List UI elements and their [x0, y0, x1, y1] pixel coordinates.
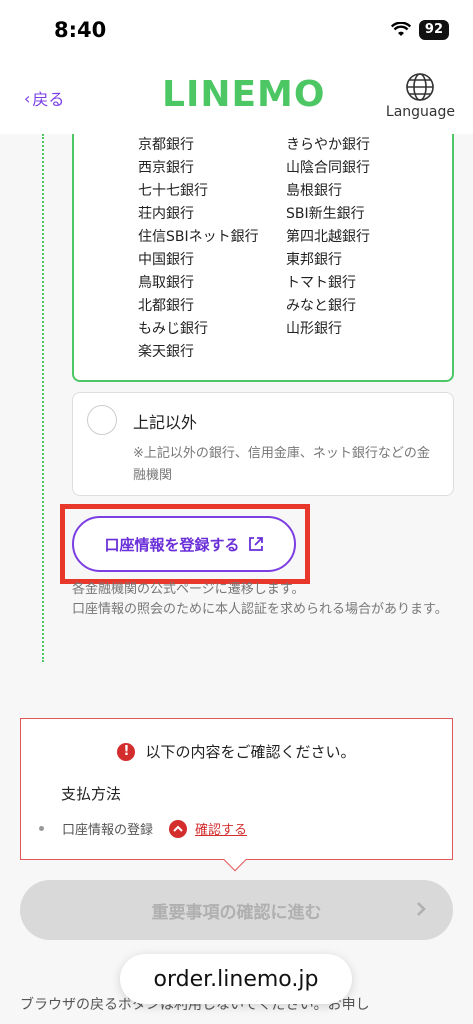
status-icons: 92 — [390, 20, 449, 40]
url-text: order.linemo.jp — [153, 966, 319, 992]
bank-list-right: きらやか銀行 山陰合同銀行 島根銀行 SBI新生銀行 第四北越銀行 東邦銀行 ト… — [286, 134, 370, 341]
status-bar: 8:40 92 — [0, 0, 473, 60]
bank-item: きらやか銀行 — [286, 137, 370, 153]
step-dotted-line — [42, 134, 44, 662]
bank-item: 東邦銀行 — [286, 252, 342, 268]
bank-item: 西京銀行 — [138, 160, 194, 176]
bank-item: 京都銀行 — [138, 137, 194, 153]
redirect-note-line: 各金融機関の公式ページに遷移します。 — [72, 582, 305, 597]
back-button[interactable]: ‹ 戻る — [24, 86, 64, 110]
bank-item: 島根銀行 — [286, 183, 342, 199]
bank-item: 中国銀行 — [138, 252, 194, 268]
confirm-item-label: 口座情報の登録 — [62, 823, 154, 838]
redirect-note: 各金融機関の公式ページに遷移します。 口座情報の照会のために本人認証を求められる… — [72, 580, 456, 620]
other-bank-option[interactable]: 上記以外 ※上記以外の銀行、信用金庫、ネット銀行などの金融機関 — [72, 392, 454, 496]
bullet-icon — [39, 826, 44, 831]
next-button-label: 重要事項の確認に進む — [151, 902, 322, 923]
status-time: 8:40 — [54, 18, 107, 42]
language-label: Language — [385, 104, 455, 120]
register-button-label: 口座情報を登録する — [104, 535, 240, 554]
bank-item: みなと銀行 — [286, 298, 356, 314]
bank-item: 楽天銀行 — [138, 344, 194, 360]
alert-icon: ! — [117, 742, 136, 761]
other-option-note: ※上記以外の銀行、信用金庫、ネット銀行などの金融機関 — [133, 446, 430, 483]
other-option-title: 上記以外 — [133, 413, 198, 432]
bank-item: トマト銀行 — [286, 275, 356, 291]
main-content: 京都銀行 西京銀行 七十七銀行 荘内銀行 住信SBIネット銀行 中国銀行 鳥取銀… — [0, 134, 473, 1024]
bank-item: 住信SBIネット銀行 — [138, 229, 259, 245]
redirect-note-line: 口座情報の照会のために本人認証を求められる場合があります。 — [72, 602, 448, 617]
bank-item: 鳥取銀行 — [138, 275, 194, 291]
external-link-icon — [248, 537, 263, 551]
bank-item: 第四北越銀行 — [286, 229, 370, 245]
bank-item: 北都銀行 — [138, 298, 194, 314]
confirmation-panel: ! 以下の内容をご確認ください。 支払方法 口座情報の登録 確認する — [20, 718, 453, 860]
confirm-item: 口座情報の登録 確認する — [39, 819, 247, 838]
confirmation-heading-text: 以下の内容をご確認ください。 — [145, 743, 356, 761]
confirm-link[interactable]: 確認する — [195, 819, 247, 838]
payment-method-label: 支払方法 — [61, 785, 122, 803]
bank-item: 七十七銀行 — [138, 183, 208, 199]
wifi-icon — [390, 22, 411, 36]
linemo-logo: LINEMO — [162, 74, 326, 115]
bank-item: SBI新生銀行 — [286, 206, 365, 222]
bank-list-left: 京都銀行 西京銀行 七十七銀行 荘内銀行 住信SBIネット銀行 中国銀行 鳥取銀… — [138, 134, 259, 364]
bank-item: 山陰合同銀行 — [286, 160, 370, 176]
bank-item: もみじ銀行 — [138, 321, 208, 337]
language-button[interactable]: Language — [386, 72, 455, 120]
url-bar[interactable]: order.linemo.jp — [120, 954, 352, 1004]
header: ‹ 戻る LINEMO Language — [0, 60, 473, 134]
globe-icon — [406, 73, 435, 101]
chevron-left-icon: ‹ — [24, 88, 31, 108]
back-label: 戻る — [32, 90, 65, 109]
confirmation-heading: ! 以下の内容をご確認ください。 — [21, 741, 452, 762]
bank-item: 山形銀行 — [286, 321, 342, 337]
bank-list-option[interactable]: 京都銀行 西京銀行 七十七銀行 荘内銀行 住信SBIネット銀行 中国銀行 鳥取銀… — [72, 134, 454, 382]
bank-item: 荘内銀行 — [138, 206, 194, 222]
radio-button[interactable] — [87, 405, 117, 435]
next-step-button[interactable]: 重要事項の確認に進む — [20, 880, 453, 940]
battery-indicator: 92 — [418, 20, 449, 40]
chevron-right-icon — [417, 902, 426, 916]
register-account-button[interactable]: 口座情報を登録する — [72, 516, 296, 572]
chevron-up-icon — [169, 819, 188, 838]
